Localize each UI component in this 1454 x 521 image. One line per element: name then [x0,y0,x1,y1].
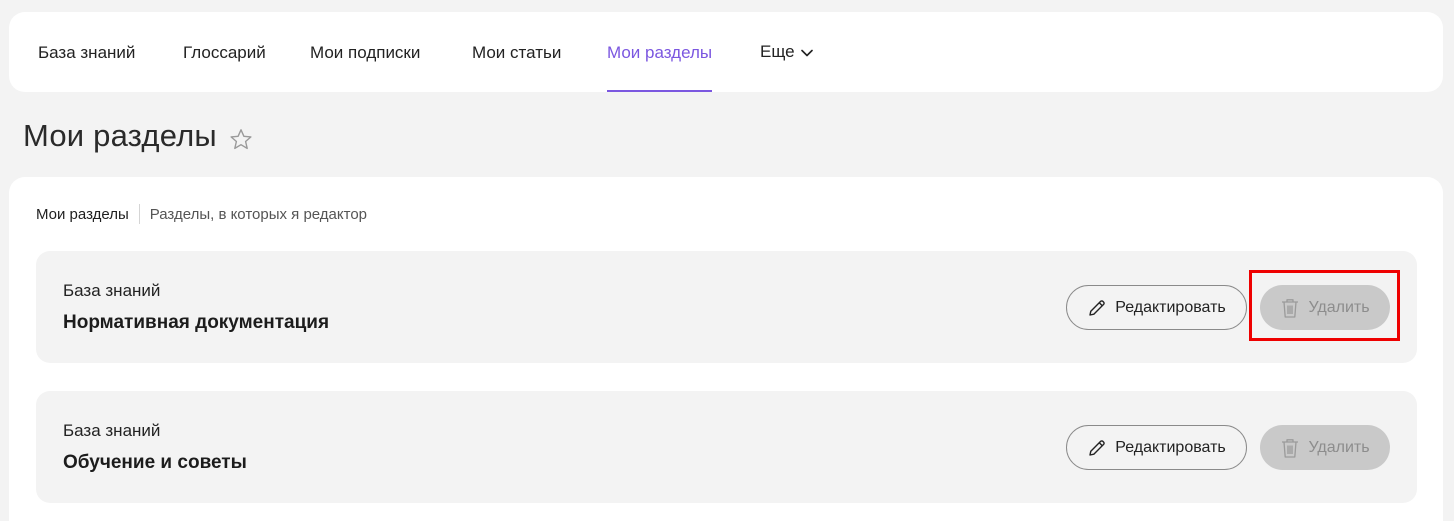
page-title: Мои разделы [23,118,217,153]
page-header: Мои разделы [23,114,253,158]
nav-item-my-articles[interactable]: Мои статьи [472,12,561,92]
subtab-divider [138,204,140,224]
delete-button-label: Удалить [1308,298,1370,316]
subtabs: Мои разделы Разделы, в которых я редакто… [36,204,367,224]
subtab-my-sections[interactable]: Мои разделы [36,206,129,223]
section-knowledge-base: База знаний [63,281,161,300]
trash-icon [1282,438,1299,458]
edit-button[interactable]: Редактировать [1066,285,1247,330]
edit-button-label: Редактировать [1115,438,1226,456]
section-card[interactable]: База знаний Нормативная документация Ред… [36,251,1417,363]
section-knowledge-base: База знаний [63,421,161,440]
section-name: Нормативная документация [63,312,330,333]
star-outline-icon[interactable] [229,128,253,151]
delete-button[interactable]: Удалить [1260,285,1390,330]
delete-button-label: Удалить [1308,438,1370,456]
delete-button[interactable]: Удалить [1260,425,1390,470]
edit-button[interactable]: Редактировать [1066,425,1247,470]
nav-more-label: Еще [760,42,795,61]
nav-item-my-subscriptions[interactable]: Мои подписки [310,12,420,92]
top-navigation: База знаний Глоссарий Мои подписки Мои с… [9,12,1443,92]
section-name: Обучение и советы [63,452,247,473]
nav-item-more[interactable]: Еще [760,12,813,92]
sections-panel: Мои разделы Разделы, в которых я редакто… [9,177,1443,521]
edit-button-label: Редактировать [1115,298,1226,316]
section-card[interactable]: База знаний Обучение и советы Редактиров… [36,391,1417,503]
subtab-editor-sections[interactable]: Разделы, в которых я редактор [150,206,367,223]
nav-item-glossary[interactable]: Глоссарий [183,12,266,92]
chevron-down-icon [800,49,813,57]
nav-item-knowledge-base[interactable]: База знаний [38,12,135,92]
pencil-icon [1089,439,1106,456]
pencil-icon [1089,299,1106,316]
trash-icon [1282,298,1299,318]
nav-item-my-sections[interactable]: Мои разделы [607,12,713,92]
